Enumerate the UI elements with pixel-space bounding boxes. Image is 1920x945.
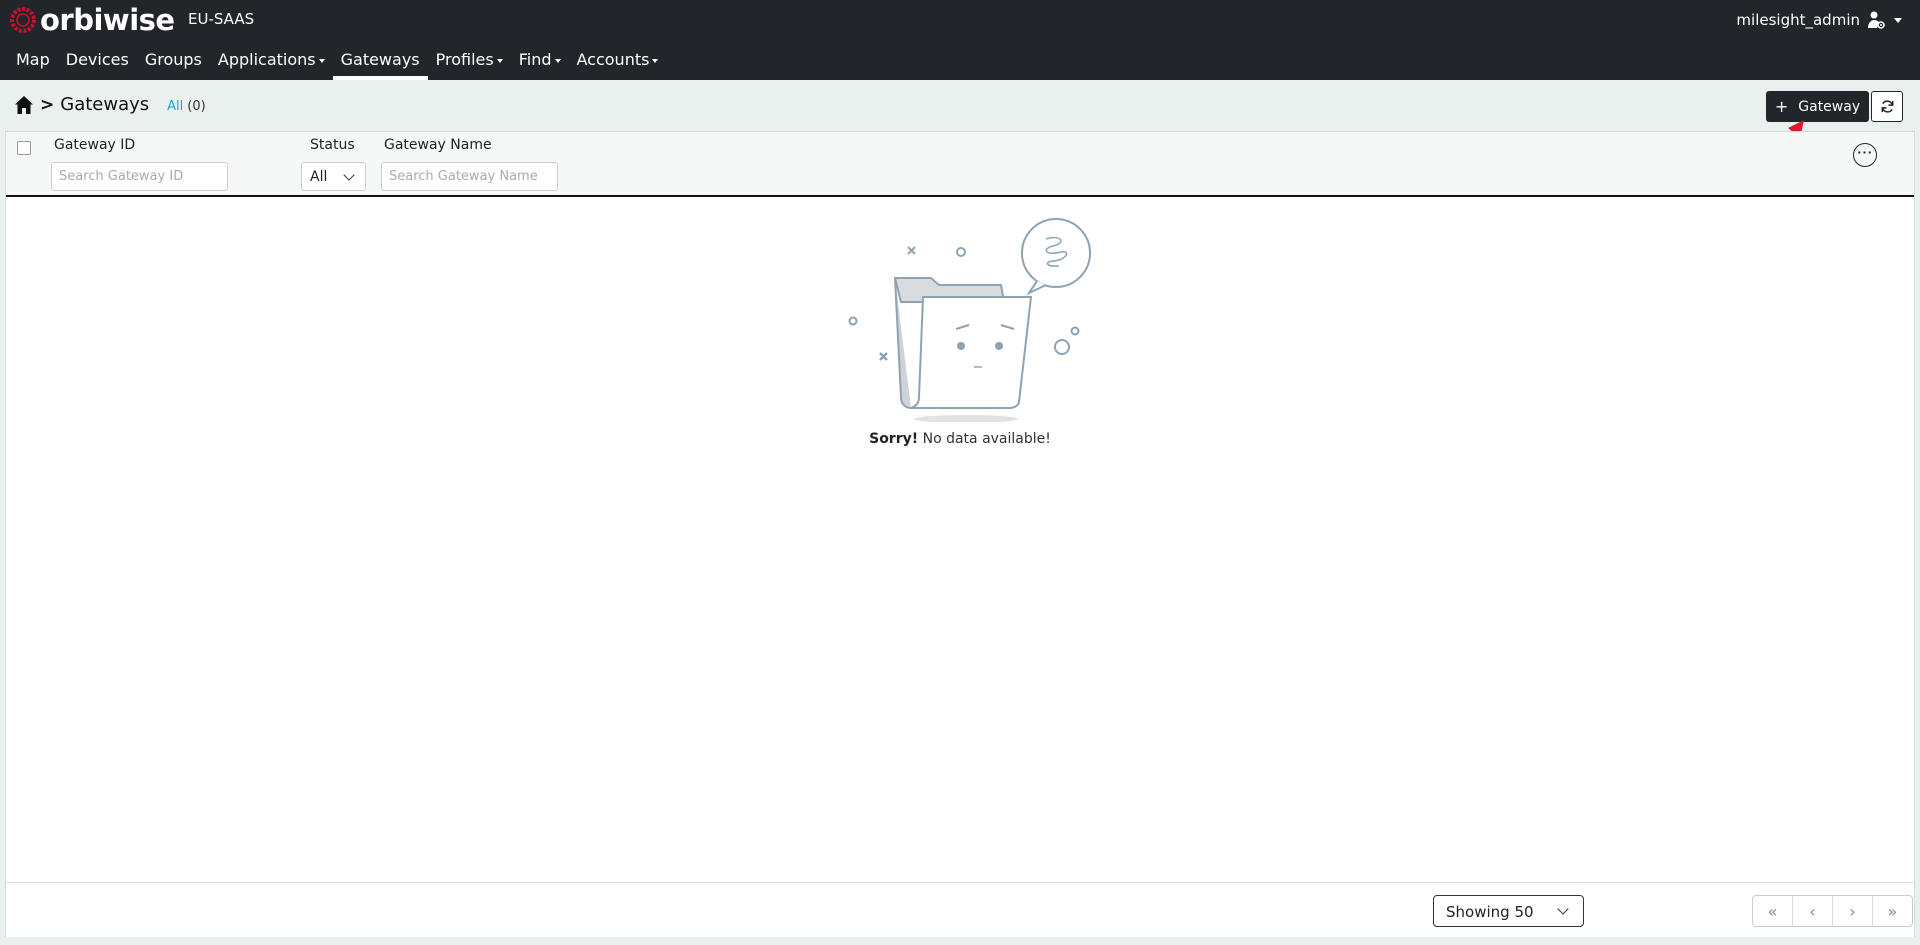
gateways-table: Gateway ID Status All Gateway Name ··· [5, 131, 1915, 937]
page-size-select[interactable]: Showing 50 [1433, 895, 1584, 927]
gateway-name-search-input[interactable] [381, 162, 558, 191]
chevron-down-icon [652, 58, 659, 63]
page-title: Gateways [60, 94, 150, 115]
menu-label: Find [518, 50, 552, 69]
gateway-count: (0) [187, 98, 206, 114]
table-header: Gateway ID Status All Gateway Name ··· [6, 132, 1914, 197]
gateway-id-search-input[interactable] [51, 162, 228, 191]
plus-icon: + [1774, 97, 1789, 116]
menu-label: Applications [217, 50, 316, 69]
more-options-icon[interactable]: ··· [1853, 143, 1877, 167]
menu-item-profiles[interactable]: Profiles [428, 44, 511, 80]
breadcrumb: > Gateways All (0) [14, 94, 206, 115]
add-gateway-label: Gateway [1798, 98, 1861, 115]
breadcrumb-separator: > [40, 94, 55, 115]
select-all-checkbox[interactable] [17, 141, 31, 155]
menu-label: Map [16, 50, 50, 69]
column-header-gateway-id[interactable]: Gateway ID [54, 137, 135, 153]
menu-label: Gateways [340, 50, 420, 69]
menu-item-find[interactable]: Find [511, 44, 569, 80]
environment-label: EU-SAAS [188, 10, 255, 28]
first-page-icon[interactable]: « [1753, 896, 1793, 926]
user-menu[interactable]: milesight_admin [1736, 10, 1902, 30]
top-navbar: orbiwise EU-SAAS milesight_admin Map Dev… [0, 0, 1920, 80]
page-size-value: Showing 50 [1446, 903, 1534, 921]
column-header-gateway-name[interactable]: Gateway Name [384, 137, 492, 153]
menu-item-accounts[interactable]: Accounts [569, 44, 667, 80]
previous-page-icon[interactable]: ‹ [1793, 896, 1833, 926]
chevron-down-icon [496, 58, 503, 63]
chevron-down-icon [1894, 17, 1902, 23]
chevron-down-icon [554, 58, 561, 63]
empty-folder-illustration [848, 218, 1091, 422]
chevron-down-icon [1557, 903, 1569, 915]
status-filter-select[interactable]: All [301, 162, 366, 191]
empty-state-bold: Sorry! [869, 431, 919, 447]
username: milesight_admin [1736, 11, 1860, 29]
menu-item-gateways[interactable]: Gateways [332, 44, 428, 80]
column-header-status[interactable]: Status [310, 137, 355, 153]
pagination: « ‹ › » [1752, 895, 1913, 927]
refresh-button[interactable] [1871, 91, 1903, 122]
status-filter-value: All [310, 169, 328, 185]
empty-state-message: Sorry! No data available! [6, 431, 1914, 447]
main-menu: Map Devices Groups Applications Gateways… [8, 44, 666, 80]
chevron-down-icon [343, 169, 355, 181]
menu-label: Groups [144, 50, 202, 69]
chevron-down-icon [318, 58, 325, 63]
filter-all-link[interactable]: All [167, 99, 183, 114]
menu-label: Devices [65, 50, 129, 69]
empty-state-text: No data available! [918, 431, 1051, 447]
menu-item-applications[interactable]: Applications [210, 44, 333, 80]
orbiwise-logo-icon [10, 7, 36, 33]
brand-name: orbiwise [40, 3, 175, 37]
menu-label: Accounts [576, 50, 650, 69]
next-page-icon[interactable]: › [1833, 896, 1873, 926]
last-page-icon[interactable]: » [1873, 896, 1912, 926]
menu-label: Profiles [435, 50, 494, 69]
menu-item-devices[interactable]: Devices [58, 44, 137, 80]
refresh-icon [1881, 100, 1893, 113]
user-settings-icon [1868, 11, 1885, 29]
menu-item-groups[interactable]: Groups [137, 44, 210, 80]
brand-logo-link[interactable]: orbiwise [8, 2, 175, 38]
table-footer: Showing 50 « ‹ › » [6, 882, 1914, 937]
menu-item-map[interactable]: Map [8, 44, 58, 80]
home-icon[interactable] [14, 95, 34, 115]
